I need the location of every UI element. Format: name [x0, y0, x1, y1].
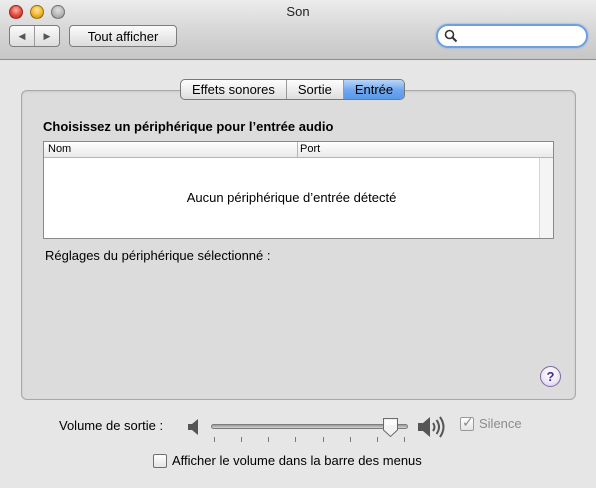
checkmark-icon: ✓: [462, 413, 474, 430]
forward-button[interactable]: ▶: [34, 26, 59, 46]
section-title: Choisissez un périphérique pour l’entrée…: [43, 119, 334, 134]
silence-checkbox-box[interactable]: ✓: [460, 413, 474, 431]
help-button[interactable]: ?: [540, 366, 561, 387]
show-volume-in-menu-bar-checkbox[interactable]: Afficher le volume dans la barre des men…: [153, 453, 422, 468]
column-divider: [297, 142, 298, 158]
speaker-high-icon: [418, 416, 445, 438]
column-header-port[interactable]: Port: [300, 143, 320, 155]
search-input[interactable]: [460, 27, 580, 45]
output-volume-slider[interactable]: [211, 424, 408, 429]
title-toolbar: Son ◀ ▶ Tout afficher: [0, 0, 596, 60]
empty-table-message: Aucun périphérique d’entrée détecté: [186, 190, 397, 205]
tab-output[interactable]: Sortie: [285, 80, 343, 99]
tab-bar: Effets sonores Sortie Entrée: [180, 79, 406, 100]
sound-preferences-window: Son ◀ ▶ Tout afficher Effets sonores Sor…: [0, 0, 596, 488]
volume-tick: [323, 437, 324, 442]
volume-tick: [268, 437, 269, 442]
volume-tick: [241, 437, 242, 442]
input-device-table[interactable]: Nom Port Aucun périphérique d’entrée dét…: [43, 141, 554, 239]
column-header-name[interactable]: Nom: [48, 143, 71, 155]
speaker-low-icon: [188, 419, 198, 435]
volume-slider-thumb[interactable]: [382, 417, 399, 438]
forward-arrow-icon: ▶: [43, 30, 51, 41]
silence-checkbox[interactable]: ✓ Silence: [460, 413, 522, 431]
volume-tick: [295, 437, 296, 442]
menu-bar-checkbox-box[interactable]: [153, 453, 167, 468]
silence-label: Silence: [479, 416, 522, 431]
show-all-button[interactable]: Tout afficher: [69, 25, 177, 47]
back-forward-control: ◀ ▶: [9, 25, 60, 47]
volume-tick: [404, 437, 405, 442]
volume-tick: [350, 437, 351, 442]
back-button[interactable]: ◀: [10, 26, 34, 46]
back-arrow-icon: ◀: [18, 30, 26, 41]
tab-input[interactable]: Entrée: [342, 80, 405, 99]
table-scrollbar[interactable]: [539, 158, 553, 238]
output-volume-label: Volume de sortie :: [59, 418, 164, 433]
help-icon: ?: [546, 369, 555, 384]
selected-device-settings-label: Réglages du périphérique sélectionné :: [45, 248, 271, 263]
volume-slider-ticks: [214, 437, 405, 443]
search-field[interactable]: [436, 24, 588, 48]
search-icon: [444, 29, 458, 43]
input-settings-panel: [21, 90, 576, 400]
volume-tick: [214, 437, 215, 442]
volume-tick: [377, 437, 378, 442]
menu-bar-option-label: Afficher le volume dans la barre des men…: [172, 453, 422, 468]
tab-sound-effects[interactable]: Effets sonores: [181, 80, 286, 99]
table-header: Nom Port: [44, 142, 553, 158]
window-title: Son: [286, 4, 310, 19]
